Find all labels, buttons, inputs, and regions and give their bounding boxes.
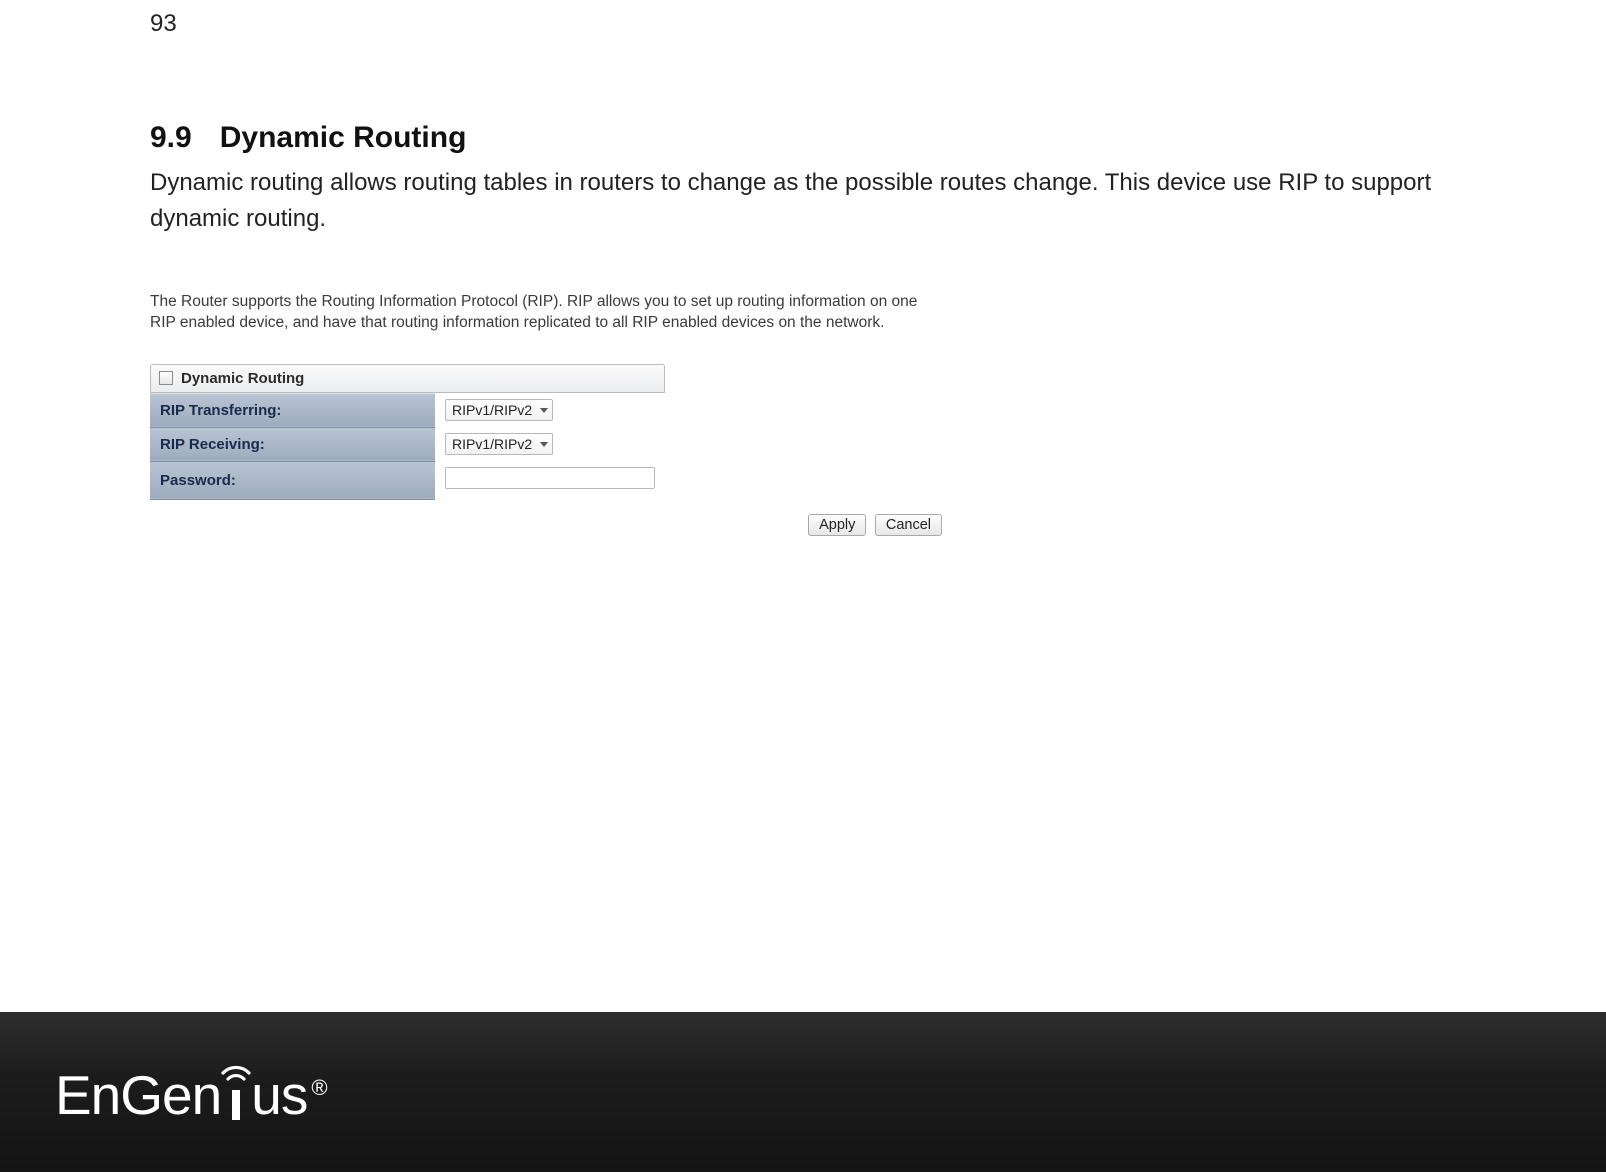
section-heading: 9.9 Dynamic Routing [150, 121, 1456, 155]
config-screenshot: The Router supports the Routing Informat… [150, 292, 942, 536]
panel-title: Dynamic Routing [181, 370, 304, 387]
apply-button[interactable]: Apply [808, 514, 866, 536]
table-row: RIP Transferring: RIPv1/RIPv2 [150, 393, 665, 427]
cancel-button[interactable]: Cancel [875, 514, 942, 536]
rip-receiving-label: RIP Receiving: [150, 427, 435, 461]
rip-transferring-select[interactable]: RIPv1/RIPv2 [445, 399, 553, 421]
table-row: Password: [150, 461, 665, 499]
table-row: RIP Receiving: RIPv1/RIPv2 [150, 427, 665, 461]
rip-description: The Router supports the Routing Informat… [150, 292, 940, 334]
panel-header: Dynamic Routing [150, 364, 665, 393]
rip-transferring-value: RIPv1/RIPv2 [452, 402, 532, 418]
brand-text-part1: EnGen [55, 1068, 221, 1123]
page-number: 93 [150, 12, 1456, 36]
body-paragraph: Dynamic routing allows routing tables in… [150, 165, 1456, 237]
heading-number: 9.9 [150, 121, 192, 155]
dynamic-routing-checkbox[interactable] [159, 371, 173, 385]
password-label: Password: [150, 461, 435, 499]
registered-mark: ® [311, 1075, 327, 1101]
wifi-i-icon [219, 1061, 253, 1123]
brand-text-part2: us [251, 1068, 307, 1123]
rip-receiving-value: RIPv1/RIPv2 [452, 436, 532, 452]
rip-transferring-label: RIP Transferring: [150, 393, 435, 427]
chevron-down-icon [540, 408, 548, 413]
heading-title: Dynamic Routing [220, 121, 467, 154]
brand-logo: EnGen us ® [55, 1061, 328, 1123]
button-row: Apply Cancel [150, 514, 942, 536]
settings-table: RIP Transferring: RIPv1/RIPv2 RIP Receiv… [150, 393, 665, 500]
password-input[interactable] [445, 467, 655, 489]
chevron-down-icon [540, 442, 548, 447]
rip-receiving-select[interactable]: RIPv1/RIPv2 [445, 433, 553, 455]
page-footer: EnGen us ® [0, 1012, 1606, 1172]
